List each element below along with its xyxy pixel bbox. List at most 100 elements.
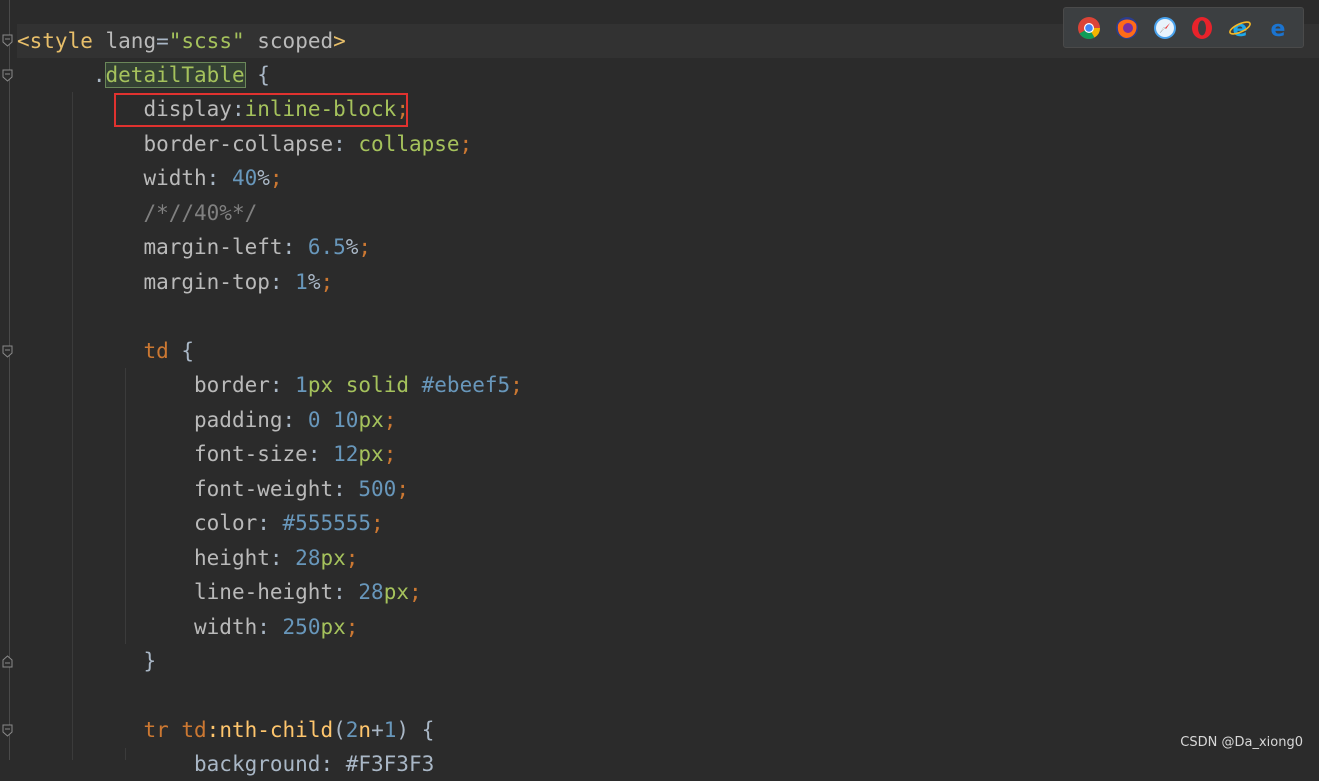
unit: % xyxy=(345,235,359,259)
code-line-6: /*//40%*/ xyxy=(17,196,257,230)
code-line-21: tr td:nth-child(2n+1) { xyxy=(17,713,434,747)
code-editor[interactable]: <style lang="scss" scoped> .detailTable … xyxy=(0,0,1319,776)
code-line-5: width: 40%; xyxy=(17,161,283,195)
colon: : xyxy=(333,477,359,501)
number: 12 xyxy=(333,442,359,466)
semicolon: ; xyxy=(396,477,409,501)
open-brace: { xyxy=(168,339,195,363)
pseudo-class: :nth-child xyxy=(206,718,334,742)
code-line-2: .detailTable { xyxy=(17,58,270,92)
code-line-14: font-weight: 500; xyxy=(17,472,409,506)
attr-name: lang xyxy=(105,29,157,53)
chrome-icon[interactable] xyxy=(1077,16,1101,40)
internet-explorer-icon[interactable]: e xyxy=(1228,16,1252,40)
semicolon: ; xyxy=(345,546,359,570)
code-line-11: border: 1px solid #ebeef5; xyxy=(17,368,523,402)
hex-color: #ebeef5 xyxy=(421,373,511,397)
code-line-12: padding: 0 10px; xyxy=(17,403,396,437)
colon: : xyxy=(257,511,283,535)
property-value: collapse xyxy=(358,132,460,156)
semicolon: ; xyxy=(345,615,359,639)
tag-open: <style xyxy=(17,29,93,53)
semicolon: ; xyxy=(371,511,384,535)
selector: td xyxy=(168,718,207,742)
unit: px xyxy=(383,580,409,604)
partial-line-text: background: #F3F3F3 xyxy=(194,752,435,776)
open-brace: { xyxy=(409,718,435,742)
svg-text:e: e xyxy=(1233,17,1248,40)
code-line-16: height: 28px; xyxy=(17,541,358,575)
fold-open-icon[interactable] xyxy=(2,34,13,47)
property-name: line-height xyxy=(194,580,334,604)
edge-icon[interactable]: e xyxy=(1266,16,1290,40)
safari-icon[interactable] xyxy=(1153,16,1177,40)
property-value: solid xyxy=(333,373,422,397)
semicolon: ; xyxy=(408,580,422,604)
colon: : xyxy=(333,580,359,604)
semicolon: ; xyxy=(320,270,334,294)
property-name: margin-left xyxy=(143,235,283,259)
unit: px xyxy=(358,408,384,432)
number: 28 xyxy=(358,580,384,604)
fold-open-icon[interactable] xyxy=(2,724,13,737)
colon: : xyxy=(269,373,296,397)
property-name: font-size xyxy=(194,442,308,466)
unit: px xyxy=(358,442,384,466)
property-name: font-weight xyxy=(194,477,334,501)
code-line-19: } xyxy=(17,644,156,678)
number: 1 xyxy=(295,373,308,397)
fold-open-icon[interactable] xyxy=(2,345,13,358)
code-line-8: margin-top: 1%; xyxy=(17,265,333,299)
selector: tr xyxy=(143,718,169,742)
fold-close-icon[interactable] xyxy=(2,655,13,668)
browser-preview-toolbar: e e xyxy=(1063,7,1304,48)
unit: px xyxy=(320,546,346,570)
property-name: height xyxy=(194,546,270,570)
semicolon: ; xyxy=(269,166,283,190)
unit: px xyxy=(320,615,346,639)
property-name: color xyxy=(194,511,258,535)
number: 500 xyxy=(358,477,397,501)
code-line-4: border-collapse: collapse; xyxy=(17,127,472,161)
number: 40 xyxy=(231,166,258,190)
property-name: width xyxy=(143,166,207,190)
colon: : xyxy=(307,442,334,466)
colon: : xyxy=(282,408,308,432)
code-line-17: line-height: 28px; xyxy=(17,575,422,609)
tag-close: > xyxy=(333,29,346,53)
code-line-18: width: 250px; xyxy=(17,610,358,644)
colon: : xyxy=(282,235,308,259)
highlight-annotation-box xyxy=(114,93,408,127)
code-line-1: <style lang="scss" scoped> xyxy=(17,24,346,58)
open-brace: { xyxy=(244,63,270,87)
semicolon: ; xyxy=(358,235,372,259)
attr-value: "scss" xyxy=(168,29,245,53)
plus: + xyxy=(371,718,384,742)
semicolon: ; xyxy=(383,408,397,432)
comment: /*//40%*/ xyxy=(143,201,258,225)
editor-gutter xyxy=(0,0,17,760)
fold-open-icon[interactable] xyxy=(2,69,13,82)
code-line-15: color: #555555; xyxy=(17,506,384,540)
semicolon: ; xyxy=(383,442,397,466)
pseudo-n: n xyxy=(358,718,372,742)
fold-guide-line xyxy=(9,0,10,760)
selector: td xyxy=(143,339,169,363)
unit: % xyxy=(307,270,321,294)
opera-icon[interactable] xyxy=(1190,16,1214,40)
svg-text:e: e xyxy=(1271,17,1286,40)
watermark: CSDN @Da_xiong0 xyxy=(1180,735,1303,750)
colon: : xyxy=(257,615,283,639)
code-line-7: margin-left: 6.5%; xyxy=(17,230,371,264)
colon: : xyxy=(333,132,359,156)
paren-close: ) xyxy=(396,718,410,742)
semicolon: ; xyxy=(510,373,523,397)
number: 2 xyxy=(345,718,359,742)
number: 250 xyxy=(282,615,321,639)
firefox-icon[interactable] xyxy=(1115,16,1139,40)
semicolon: ; xyxy=(459,132,473,156)
property-name: width xyxy=(194,615,258,639)
unit: % xyxy=(257,166,270,190)
paren-open: ( xyxy=(333,718,346,742)
